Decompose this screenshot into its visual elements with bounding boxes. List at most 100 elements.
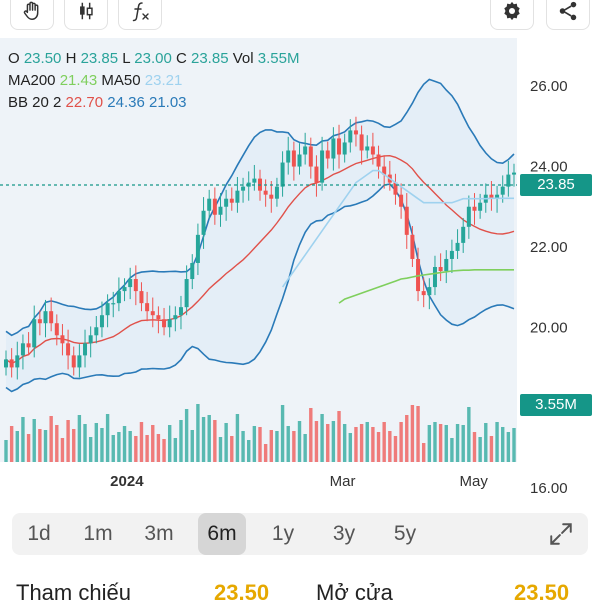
- candle-body: [207, 198, 212, 211]
- share-icon: [559, 1, 577, 21]
- volume-bar: [399, 422, 403, 462]
- volume-label: Vol: [232, 50, 254, 67]
- open-value-bottom: 23.50: [514, 580, 570, 605]
- candle-body: [218, 206, 223, 215]
- volume-bar: [292, 431, 296, 462]
- volume-bar: [190, 430, 194, 462]
- volume-bar: [388, 431, 392, 462]
- volume-bar: [280, 405, 285, 462]
- ohlc-line: O 23.50 H 23.85 L 23.00 C 23.85 Vol 3.55…: [8, 48, 299, 70]
- candle-body: [359, 134, 364, 151]
- volume-bar: [444, 425, 448, 462]
- volume-bar: [230, 436, 234, 462]
- candle-body: [478, 202, 483, 211]
- volume-bar: [26, 434, 31, 462]
- candle-body: [111, 303, 116, 305]
- candle-body: [60, 335, 65, 344]
- volume-bar: [258, 427, 262, 462]
- volume-bar: [393, 436, 398, 462]
- volume-bar: [224, 423, 228, 462]
- y-tick-label: 24.00: [530, 159, 568, 176]
- volume-bar: [77, 415, 82, 462]
- candle-body: [410, 234, 415, 259]
- volume-bar: [501, 427, 505, 462]
- close-value: 23.85: [191, 50, 229, 67]
- volume-bar: [83, 424, 87, 462]
- candle-body: [20, 343, 25, 356]
- volume-bar: [9, 426, 14, 462]
- candle-body: [325, 150, 330, 159]
- candle-body: [37, 319, 42, 324]
- period-1y[interactable]: 1y: [258, 513, 308, 555]
- candle-body: [263, 190, 268, 195]
- volume-bar: [241, 431, 245, 462]
- volume-bar: [309, 408, 313, 462]
- period-1d[interactable]: 1d: [14, 513, 64, 555]
- volume-bar: [145, 435, 149, 462]
- volume-bar: [461, 425, 465, 462]
- period-5y[interactable]: 5y: [380, 513, 430, 555]
- candle-body: [178, 307, 183, 316]
- volume-bar: [32, 419, 36, 462]
- volume-bar: [196, 404, 200, 462]
- candle-body: [128, 279, 133, 288]
- high-value: 23.85: [80, 50, 119, 67]
- volume-bar: [122, 426, 127, 462]
- period-3y[interactable]: 3y: [319, 513, 369, 555]
- candle-body: [9, 359, 14, 368]
- settings-button[interactable]: [490, 0, 534, 30]
- expand-icon[interactable]: [548, 521, 574, 547]
- candle-body: [291, 150, 296, 167]
- volume-bar: [326, 424, 330, 462]
- candle-body: [184, 279, 189, 308]
- candle-body: [162, 319, 167, 328]
- volume-bar: [314, 421, 319, 462]
- volume-bar: [410, 405, 415, 462]
- volume-bar: [207, 415, 211, 462]
- candle-body: [280, 162, 285, 187]
- volume-bar: [416, 406, 420, 462]
- candle-body: [472, 206, 477, 211]
- candle-body: [77, 355, 82, 368]
- low-label: L: [122, 50, 131, 67]
- volume-bar: [382, 422, 386, 462]
- bb-line: BB 20 2 22.70 24.36 21.03: [8, 92, 299, 114]
- period-3m[interactable]: 3m: [134, 513, 184, 555]
- candle-body: [337, 138, 342, 155]
- volume-bar: [213, 420, 217, 462]
- volume-bar: [156, 434, 161, 462]
- volume-bar: [506, 432, 511, 462]
- volume-bar: [320, 414, 324, 462]
- period-1m[interactable]: 1m: [73, 513, 123, 555]
- candle-body: [116, 291, 121, 304]
- indicators-button[interactable]: [118, 0, 162, 30]
- candle-body: [303, 146, 308, 155]
- volume-value: 3.55M: [257, 50, 300, 67]
- share-button[interactable]: [546, 0, 590, 30]
- candle-body: [427, 287, 432, 296]
- y-tick-label: 26.00: [530, 78, 568, 95]
- low-value: 23.00: [134, 50, 172, 67]
- volume-bar: [184, 409, 189, 462]
- candle-body: [348, 130, 353, 143]
- volume-bar: [484, 423, 488, 462]
- period-6m[interactable]: 6m: [198, 513, 246, 555]
- volume-bar: [134, 436, 138, 462]
- volume-bar: [478, 437, 482, 462]
- volume-bar: [173, 438, 178, 462]
- volume-tag: 3.55M: [520, 394, 592, 416]
- volume-bar: [275, 431, 279, 462]
- volume-bar: [269, 430, 273, 462]
- chart-type-button[interactable]: [64, 0, 108, 30]
- candle-body: [156, 315, 161, 320]
- volume-bar: [55, 425, 59, 462]
- volume-bar: [303, 434, 307, 462]
- volume-bar: [438, 424, 443, 462]
- candle-body: [32, 319, 37, 348]
- bb-label: BB 20 2: [8, 94, 62, 111]
- hand-icon: [23, 1, 39, 20]
- volume-bar: [43, 430, 48, 462]
- hand-tool-button[interactable]: [10, 0, 54, 30]
- volume-bar: [450, 438, 454, 462]
- volume-bar: [128, 431, 132, 462]
